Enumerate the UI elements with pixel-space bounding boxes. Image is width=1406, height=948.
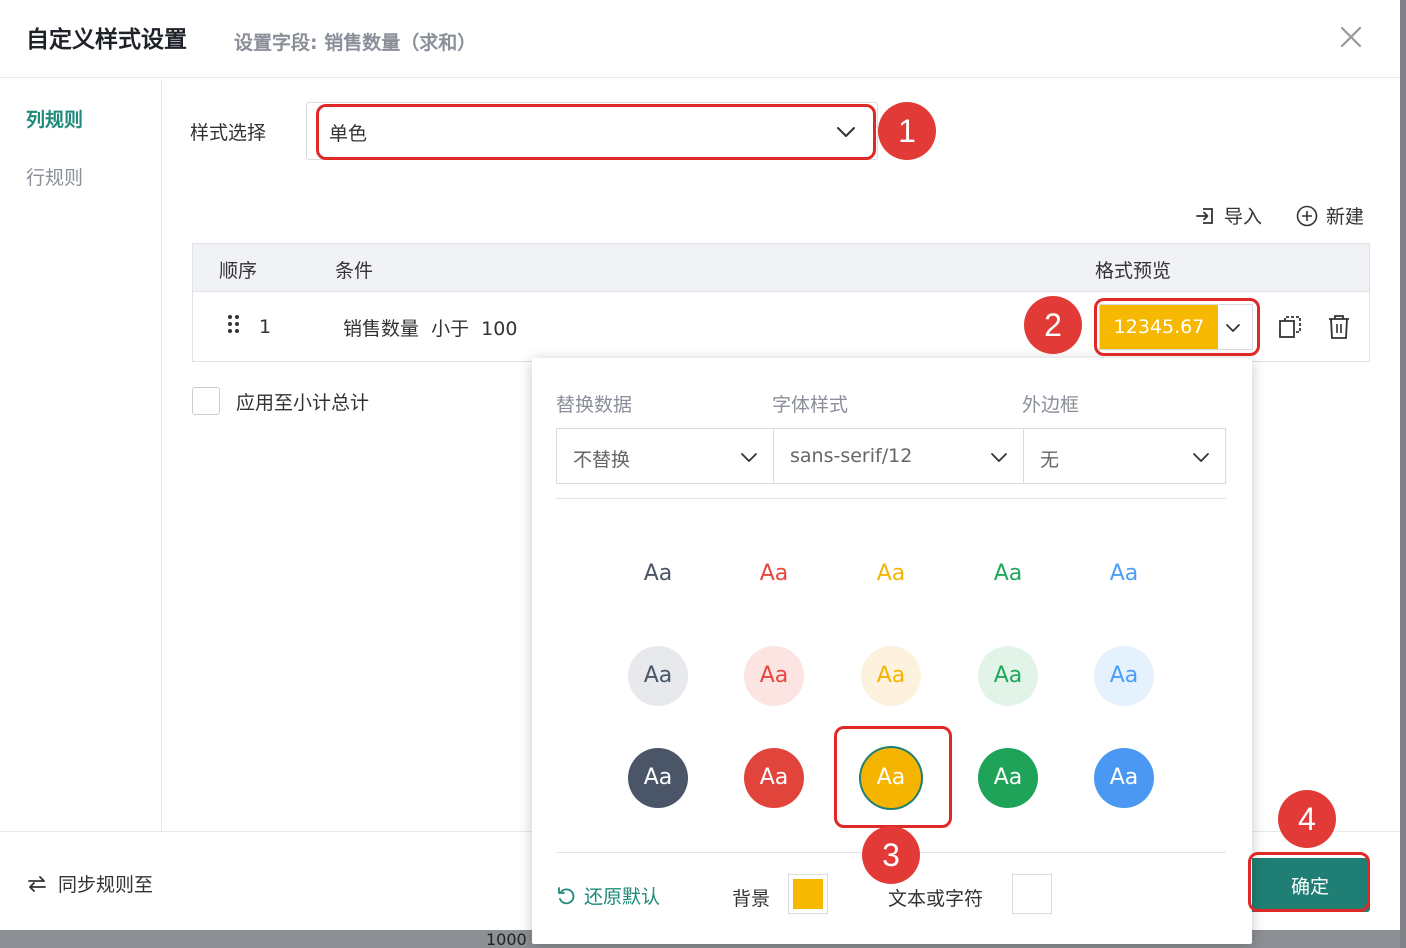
swatch-light-gray[interactable]: Aa <box>628 646 688 706</box>
swatch-text-yellow[interactable]: Aa <box>861 544 921 604</box>
chevron-down-icon <box>741 453 757 462</box>
drag-handle-icon[interactable] <box>227 314 241 334</box>
annotation-step-3: 3 <box>862 826 920 884</box>
table-row[interactable]: 1 销售数量 小于 100 12345.67 <box>193 292 1369 361</box>
divider <box>556 498 1226 499</box>
rule-type-nav: 列规则 行规则 <box>0 79 162 831</box>
annotation-step-4: 4 <box>1278 790 1336 848</box>
text-color-picker[interactable] <box>1012 874 1052 914</box>
new-rule-label: 新建 <box>1326 206 1365 228</box>
font-style-select[interactable]: sans-serif/12 <box>773 428 1024 484</box>
swatch-solid-blue[interactable]: Aa <box>1094 748 1154 808</box>
background-overlay-edge <box>1400 0 1406 948</box>
dialog-header: 自定义样式设置 设置字段: 销售数量（求和） <box>0 0 1400 78</box>
row-order: 1 <box>259 316 272 338</box>
swatch-solid-green[interactable]: Aa <box>978 748 1038 808</box>
swatch-text-gray[interactable]: Aa <box>628 544 688 604</box>
close-icon <box>1340 26 1362 48</box>
chevron-down-icon <box>1193 453 1209 462</box>
apply-subtotal-checkbox[interactable] <box>192 387 220 415</box>
undo-icon <box>558 886 575 904</box>
replace-data-value: 不替换 <box>573 449 631 471</box>
nav-item-row-rules[interactable]: 行规则 <box>26 163 83 190</box>
swatch-text-red[interactable]: Aa <box>744 544 804 604</box>
annotation-step-2: 2 <box>1024 296 1082 354</box>
plus-circle-icon <box>1296 205 1318 226</box>
swatch-text-green[interactable]: Aa <box>978 544 1038 604</box>
swatch-light-yellow[interactable]: Aa <box>861 646 921 706</box>
format-preview-dropdown[interactable]: 12345.67 <box>1099 304 1253 350</box>
new-rule-button[interactable]: 新建 <box>1296 202 1364 229</box>
sync-rules-label: 同步规则至 <box>58 874 154 896</box>
rules-table: 顺序 条件 格式预览 1 销售数量 小于 100 12345.67 <box>192 243 1370 362</box>
nav-item-column-rules[interactable]: 列规则 <box>26 105 83 132</box>
annotation-step-1: 1 <box>878 102 936 160</box>
background-color-label: 背景 <box>732 888 771 910</box>
import-button[interactable]: 导入 <box>1194 202 1262 229</box>
apply-subtotal-label: 应用至小计总计 <box>236 392 370 414</box>
swatch-light-green[interactable]: Aa <box>978 646 1038 706</box>
column-header-order: 顺序 <box>219 260 258 282</box>
import-icon <box>1196 207 1213 224</box>
copy-icon[interactable] <box>1277 314 1303 340</box>
row-condition[interactable]: 销售数量 小于 100 <box>343 314 517 341</box>
border-value: 无 <box>1040 449 1060 471</box>
confirm-button[interactable]: 确定 <box>1250 858 1370 912</box>
swap-arrows-icon <box>28 875 46 892</box>
font-style-label: 字体样式 <box>772 394 849 416</box>
swatch-light-red[interactable]: Aa <box>744 646 804 706</box>
swatch-text-blue[interactable]: Aa <box>1094 544 1154 604</box>
background-color-fill <box>793 879 823 909</box>
sync-rules-button[interactable]: 同步规则至 <box>26 870 153 897</box>
style-select-dropdown[interactable]: 单色 <box>306 102 878 160</box>
format-preview-chip: 12345.67 <box>1100 305 1218 349</box>
style-select-value: 单色 <box>329 123 368 145</box>
font-style-value: sans-serif/12 <box>790 445 913 467</box>
text-color-label: 文本或字符 <box>888 888 984 910</box>
reset-default-label: 还原默认 <box>584 886 661 908</box>
background-text: 1000 <box>486 930 527 948</box>
reset-default-button[interactable]: 还原默认 <box>556 882 660 909</box>
replace-data-select[interactable]: 不替换 <box>556 428 774 484</box>
table-header: 顺序 条件 格式预览 <box>193 244 1369 292</box>
chevron-down-icon <box>991 453 1007 462</box>
replace-data-label: 替换数据 <box>556 394 633 416</box>
background-color-picker[interactable] <box>788 874 828 914</box>
column-header-preview: 格式预览 <box>1095 260 1172 282</box>
dialog-title: 自定义样式设置 <box>26 27 187 53</box>
import-label: 导入 <box>1224 206 1263 228</box>
border-label: 外边框 <box>1022 394 1080 416</box>
border-select[interactable]: 无 <box>1023 428 1226 484</box>
swatch-solid-yellow-selected[interactable]: Aa <box>861 748 921 808</box>
dialog-subtitle: 设置字段: 销售数量（求和） <box>234 32 477 54</box>
column-header-condition: 条件 <box>335 260 374 282</box>
swatch-solid-gray[interactable]: Aa <box>628 748 688 808</box>
chevron-down-icon <box>837 127 855 137</box>
style-select-label: 样式选择 <box>190 122 267 144</box>
chevron-down-icon <box>1226 324 1240 332</box>
swatch-solid-red[interactable]: Aa <box>744 748 804 808</box>
close-button[interactable] <box>1336 22 1366 52</box>
trash-icon[interactable] <box>1327 314 1351 340</box>
swatch-light-blue[interactable]: Aa <box>1094 646 1154 706</box>
